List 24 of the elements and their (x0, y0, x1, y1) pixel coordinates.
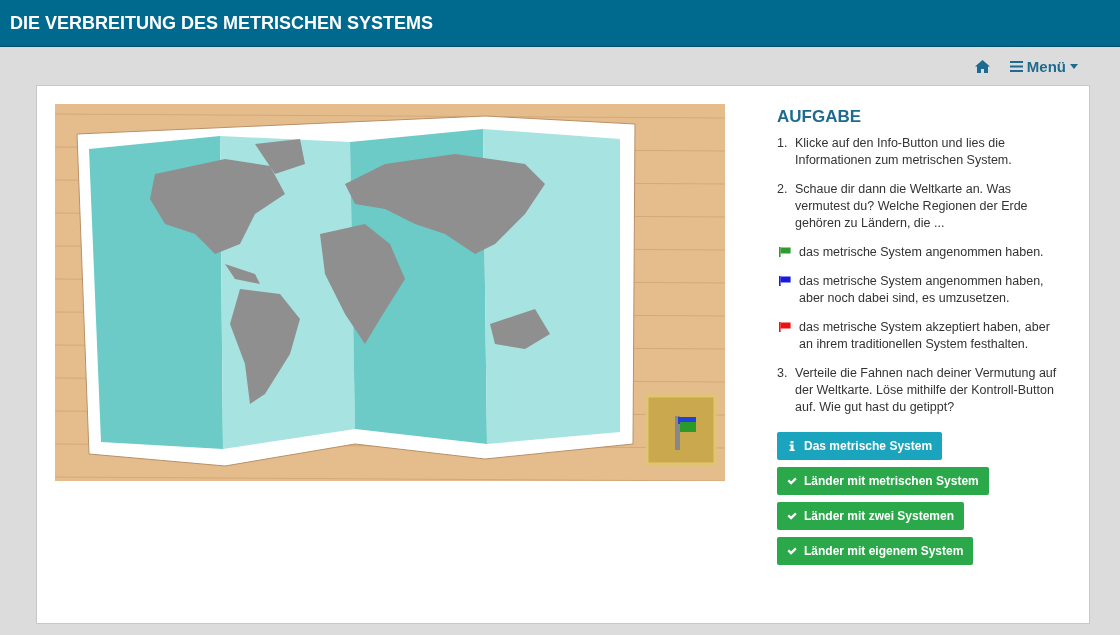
flag-legend-text: das metrische System angenommen haben. (799, 244, 1044, 261)
check-button[interactable]: Länder mit eigenem System (777, 537, 974, 565)
step-number: 1. (777, 135, 789, 152)
step-text: Verteile die Fahnen nach deiner Vermutung auf der Weltkarte. Löse mithilfe der Kontroll-Button auf. Wie gut hast du getippt? (795, 365, 1057, 416)
checkmark-icon (787, 546, 797, 556)
menu-button[interactable]: Menü (1009, 57, 1078, 75)
flag-legend-text: das metrische System akzeptiert haben, aber an ihrem traditionellen System festhalten. (799, 319, 1051, 353)
step-number: 2. (777, 181, 789, 198)
info-button[interactable]: Das metrische System (777, 432, 943, 460)
checkmark-icon (787, 511, 797, 521)
step-text: Schaue dir dann die Weltkarte an. Was vermutest du? Welche Regionen der Erde gehören zu Ländern, die ... (795, 181, 1029, 232)
step-number: 3. (777, 365, 789, 382)
info-icon (787, 441, 797, 451)
flag-box-drawing (645, 394, 717, 466)
caret-icon (1070, 63, 1078, 69)
step-text: Klicke auf den Info-Button und lies die Informationen zum metrischen System. (795, 135, 1013, 169)
page-title: DIE VERBREITUNG DES METRISCHEN SYSTEMS (10, 12, 434, 34)
check-button[interactable]: Länder mit metrischen System (777, 467, 989, 495)
check-button[interactable]: Länder mit zwei Systemen (777, 502, 965, 530)
menu-icon (1009, 60, 1023, 72)
home-icon[interactable] (974, 59, 990, 73)
flag-legend-text: das metrische System angenommen haben, aber noch dabei sind, es umzusetzen. (799, 273, 1045, 307)
task-heading: AUFGABE (777, 108, 863, 125)
checkmark-icon (787, 476, 797, 486)
